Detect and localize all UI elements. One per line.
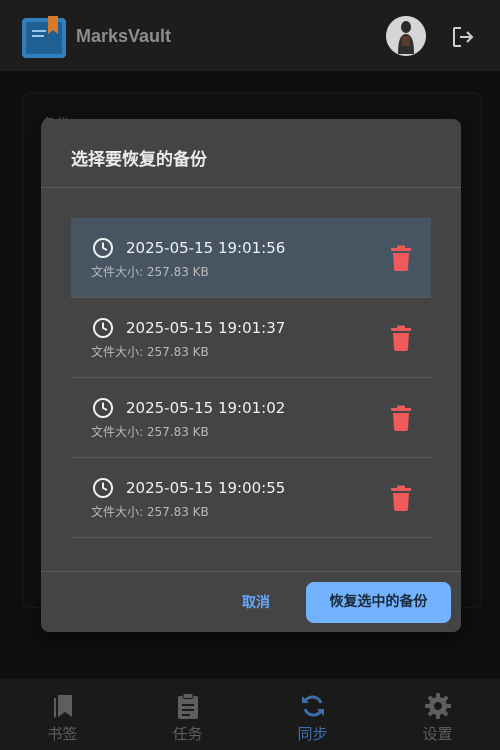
restore-backup-dialog: 选择要恢复的备份 2025-05-15 19:01:56 文件大小: 257.8…	[41, 119, 461, 632]
divider	[41, 187, 461, 188]
backup-item[interactable]: 2025-05-15 19:01:02 文件大小: 257.83 KB	[71, 378, 431, 458]
backup-item[interactable]: 2025-05-15 19:01:37 文件大小: 257.83 KB	[71, 298, 431, 378]
divider	[41, 571, 461, 572]
bookmark-icon	[54, 695, 72, 718]
restore-selected-backup-button[interactable]: 恢复选中的备份	[306, 582, 451, 623]
backup-size: 文件大小: 257.83 KB	[91, 425, 209, 439]
backup-size: 文件大小: 257.83 KB	[91, 265, 209, 279]
nav-label: 同步	[297, 725, 328, 743]
clipboard-icon	[178, 693, 198, 719]
sync-icon	[302, 695, 324, 717]
app-header: MarksVault	[0, 0, 500, 72]
backup-item[interactable]: 2025-05-15 19:00:55 文件大小: 257.83 KB	[71, 458, 431, 538]
backup-size: 文件大小: 257.83 KB	[91, 345, 209, 359]
app-logo-icon	[22, 16, 66, 58]
delete-icon[interactable]	[389, 485, 413, 511]
backup-size: 文件大小: 257.83 KB	[91, 505, 209, 519]
avatar-figure-icon	[386, 16, 426, 56]
backup-list: 2025-05-15 19:01:56 文件大小: 257.83 KB 2025…	[71, 218, 431, 538]
backup-time: 2025-05-15 19:01:56	[126, 239, 286, 257]
backup-time: 2025-05-15 19:01:37	[126, 319, 286, 337]
backup-time: 2025-05-15 19:00:55	[126, 479, 286, 497]
nav-label: 书签	[47, 725, 78, 743]
delete-icon[interactable]	[389, 245, 413, 271]
nav-label: 设置	[422, 725, 453, 743]
dialog-title: 选择要恢复的备份	[71, 150, 207, 170]
delete-icon[interactable]	[389, 405, 413, 431]
nav-item-sync[interactable]: 同步	[250, 679, 375, 750]
clock-icon	[93, 478, 113, 498]
nav-label: 任务	[172, 725, 203, 743]
nav-item-bookmarks[interactable]: 书签	[0, 679, 125, 750]
clock-icon	[93, 398, 113, 418]
bottom-nav: 书签 任务 同步 设置	[0, 678, 500, 750]
nav-item-tasks[interactable]: 任务	[125, 679, 250, 750]
delete-icon[interactable]	[389, 325, 413, 351]
clock-icon	[93, 318, 113, 338]
app-title: MarksVault	[76, 26, 172, 46]
logout-icon[interactable]	[450, 24, 476, 50]
gear-icon	[425, 693, 451, 719]
backup-time: 2025-05-15 19:01:02	[126, 399, 286, 417]
user-avatar[interactable]	[386, 16, 426, 56]
cancel-button[interactable]: 取消	[229, 583, 283, 623]
backup-item[interactable]: 2025-05-15 19:01:56 文件大小: 257.83 KB	[71, 218, 431, 298]
clock-icon	[93, 238, 113, 258]
nav-item-settings[interactable]: 设置	[375, 679, 500, 750]
